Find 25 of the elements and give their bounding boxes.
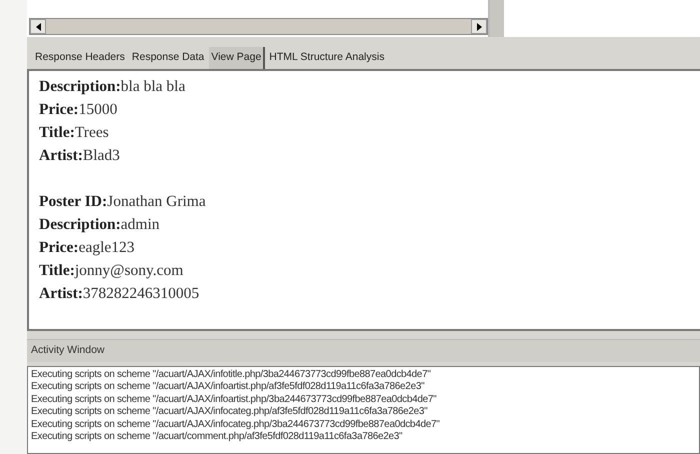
log-line: Executing scripts on scheme "/acuart/AJAX/infocateg.php/3ba244673773cd99fbe887ea0dcb4de7" bbox=[31, 418, 440, 431]
field-line: Title:Trees bbox=[39, 122, 110, 143]
log-line: Executing scripts on scheme "/acuart/comment.php/af3fe5fdf028d119a11c6fa3a786e2e3" bbox=[31, 431, 404, 444]
tab[interactable]: View Page bbox=[209, 47, 266, 69]
field-line: Artist:Blad3 bbox=[39, 146, 121, 166]
log-line: Executing scripts on scheme "/acuart/AJAX/infoartist.php/af3fe5fdf028d119a11c6fa3a786e2e3" bbox=[31, 381, 426, 394]
field-line: Poster ID:Jonathan Grima bbox=[39, 192, 207, 212]
log-line: Executing scripts on scheme "/acuart/AJAX/infocateg.php/af3fe5fdf028d119a11c6fa3a786e2e3" bbox=[31, 406, 428, 418]
left-arrow-icon bbox=[36, 22, 40, 30]
tab[interactable]: Response Data bbox=[130, 47, 208, 69]
tab[interactable]: HTML Structure Analysis bbox=[267, 47, 388, 69]
field-line: Description:admin bbox=[39, 214, 161, 235]
log-line: Executing scripts on scheme "/acuart/AJAX/infotitle.php/3ba244673773cd99fbe887ea0dcb4de7" bbox=[31, 368, 432, 381]
tab[interactable]: Response Headers bbox=[33, 47, 128, 69]
field-line: Price:15000 bbox=[39, 100, 118, 120]
right-arrow-icon bbox=[476, 22, 482, 30]
field-line: Price:eagle123 bbox=[39, 238, 136, 258]
panel-title: Activity Window bbox=[27, 338, 700, 362]
horizontal-scrollbar[interactable] bbox=[29, 18, 488, 35]
log-line: Executing scripts on scheme "/acuart/AJAX/infoartist.php/3ba244673773cd99fbe887ea0dcb4de7" bbox=[31, 394, 438, 406]
field-line: Description:bla bla bla bbox=[39, 76, 186, 97]
field-line: Artist:378282246310005 bbox=[39, 284, 200, 304]
scroll-right-button[interactable] bbox=[471, 19, 487, 34]
scroll-left-button[interactable] bbox=[30, 19, 46, 34]
field-line: Title:jonny@sony.com bbox=[39, 260, 184, 281]
